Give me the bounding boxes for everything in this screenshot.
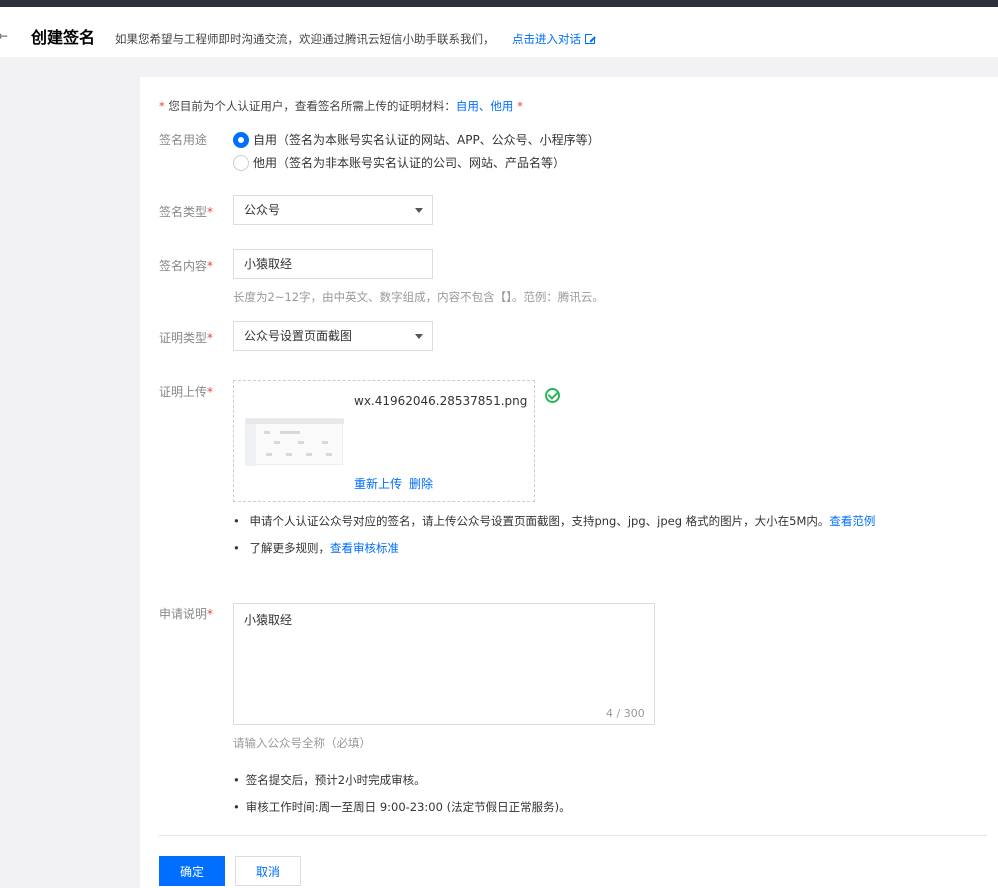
reupload-link[interactable]: 重新上传 <box>354 475 402 492</box>
radio-self-use[interactable]: 自用（签名为本账号实名认证的网站、APP、公众号、小程序等） <box>233 131 600 148</box>
required-star: * <box>207 259 214 273</box>
notice-link[interactable]: 自用、他用 <box>456 99 514 113</box>
review-note: 签名提交后，预计2小时完成审核。 <box>233 772 426 788</box>
char-counter: 4 / 300 <box>606 707 645 720</box>
proof-upload-label-text: 证明上传 <box>159 385 208 399</box>
upload-note-text: 申请个人认证公众号对应的签名，请上传公众号设置页面截图，支持png、jpg、jp… <box>249 514 830 528</box>
required-star: * <box>207 331 214 345</box>
proof-type-label: 证明类型* <box>159 329 213 346</box>
rules-note-text: 了解更多规则， <box>249 541 330 555</box>
chat-link[interactable]: 点击进入对话 <box>512 31 597 47</box>
usage-label: 签名用途 <box>159 133 208 147</box>
check-circle-icon <box>545 388 560 403</box>
back-arrow-icon[interactable]: ← <box>0 29 8 43</box>
required-star: * <box>207 205 214 219</box>
type-label-text: 签名类型 <box>159 205 208 219</box>
chevron-down-icon[interactable] <box>415 208 423 213</box>
content-hint: 长度为2~12字，由中英文、数字组成，内容不包含【】。范例：腾讯云。 <box>233 290 604 304</box>
required-star: * <box>207 385 214 399</box>
content-label-text: 签名内容 <box>159 259 208 273</box>
file-name: wx.41962046.28537851.png <box>354 394 528 408</box>
image-thumbnail <box>245 418 344 466</box>
description-value[interactable]: 小猿取经 <box>244 613 292 627</box>
rules-note: 了解更多规则，查看审核标准 <box>233 540 399 556</box>
external-link-icon[interactable] <box>585 32 597 44</box>
radio-unchecked-icon[interactable] <box>233 154 249 171</box>
proof-type-label-text: 证明类型 <box>159 331 208 345</box>
top-nav-bar <box>0 0 998 7</box>
review-standard-link[interactable]: 查看审核标准 <box>330 541 399 555</box>
notice-text: 您目前为个人认证用户，查看签名所需上传的证明材料： <box>168 99 456 113</box>
chat-link-label[interactable]: 点击进入对话 <box>512 32 581 46</box>
description-textarea[interactable]: 小猿取经 <box>233 603 655 725</box>
type-select[interactable]: 公众号 <box>233 195 433 225</box>
description-hint: 请输入公众号全称（必填） <box>233 736 371 750</box>
radio-other-use[interactable]: 他用（签名为非本账号实名认证的公司、网站、产品名等） <box>233 154 565 171</box>
type-select-value[interactable]: 公众号 <box>244 203 280 217</box>
radio-checked-icon[interactable] <box>233 131 249 148</box>
content-input-value[interactable]: 小猿取经 <box>244 257 292 271</box>
page-title: 创建签名 <box>31 28 96 47</box>
upload-note: 申请个人认证公众号对应的签名，请上传公众号设置页面截图，支持png、jpg、jp… <box>233 513 875 529</box>
description-label: 申请说明* <box>159 605 213 622</box>
header-tip: 如果您希望与工程师即时沟通交流，欢迎通过腾讯云短信小助手联系我们， <box>115 32 495 46</box>
description-label-text: 申请说明 <box>159 607 208 621</box>
divider <box>159 835 987 836</box>
proof-upload-label: 证明上传* <box>159 383 213 400</box>
cert-notice: * 您目前为个人认证用户，查看签名所需上传的证明材料：自用、他用 * <box>159 98 523 114</box>
delete-link[interactable]: 删除 <box>409 475 433 492</box>
content-input[interactable]: 小猿取经 <box>233 249 433 279</box>
radio-label[interactable]: 他用（签名为非本账号实名认证的公司、网站、产品名等） <box>253 154 565 171</box>
work-hours-note: 审核工作时间:周一至周日 9:00-23:00 (法定节假日正常服务)。 <box>233 799 571 815</box>
page-header: ← 创建签名 如果您希望与工程师即时沟通交流，欢迎通过腾讯云短信小助手联系我们，… <box>0 7 998 57</box>
confirm-button[interactable]: 确定 <box>159 856 225 886</box>
content-label: 签名内容* <box>159 257 213 274</box>
cancel-button[interactable]: 取消 <box>235 856 301 886</box>
proof-type-select-value[interactable]: 公众号设置页面截图 <box>244 329 352 343</box>
required-star: * <box>159 99 165 113</box>
radio-label[interactable]: 自用（签名为本账号实名认证的网站、APP、公众号、小程序等） <box>253 131 600 148</box>
example-link[interactable]: 查看范例 <box>829 514 875 528</box>
required-star: * <box>517 99 523 113</box>
proof-type-select[interactable]: 公众号设置页面截图 <box>233 321 433 351</box>
required-star: * <box>207 607 214 621</box>
type-label: 签名类型* <box>159 203 213 220</box>
chevron-down-icon[interactable] <box>415 334 423 339</box>
